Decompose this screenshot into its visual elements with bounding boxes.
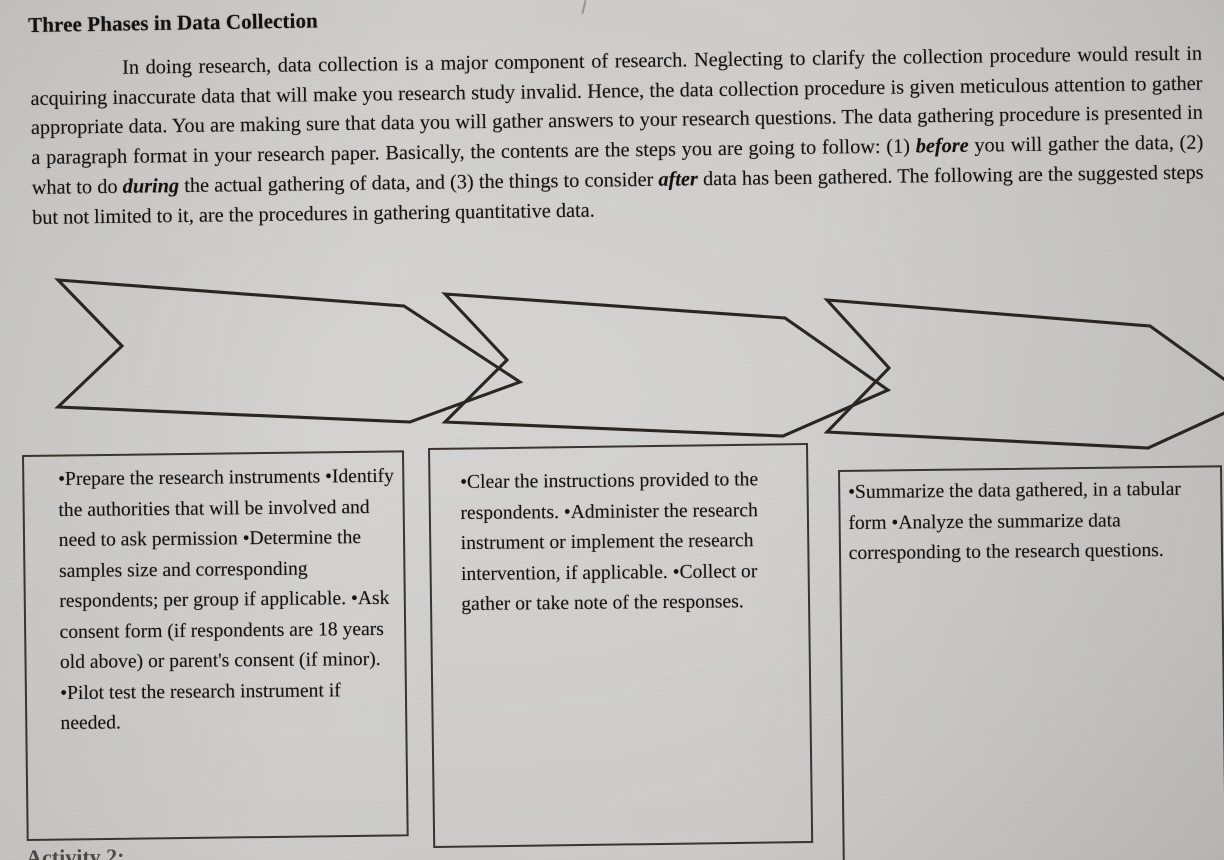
during-phase-text: •Clear the instructions provided to the … bbox=[460, 469, 759, 615]
page-title: Three Phases in Data Collection bbox=[28, 8, 319, 37]
after-phase-text: •Summarize the data gathered, in a tabul… bbox=[848, 478, 1181, 564]
phase-3-arrow bbox=[823, 298, 1224, 450]
before-phase-text: •Prepare the research instruments •Ident… bbox=[58, 465, 395, 734]
bottom-cutoff-heading: Activity 2: bbox=[26, 843, 125, 860]
document-page: Three Phases in Data Collection In doing… bbox=[0, 0, 1224, 860]
stray-pen-mark bbox=[581, 0, 587, 15]
intro-paragraph: In doing research, data collection is a … bbox=[30, 42, 1204, 229]
